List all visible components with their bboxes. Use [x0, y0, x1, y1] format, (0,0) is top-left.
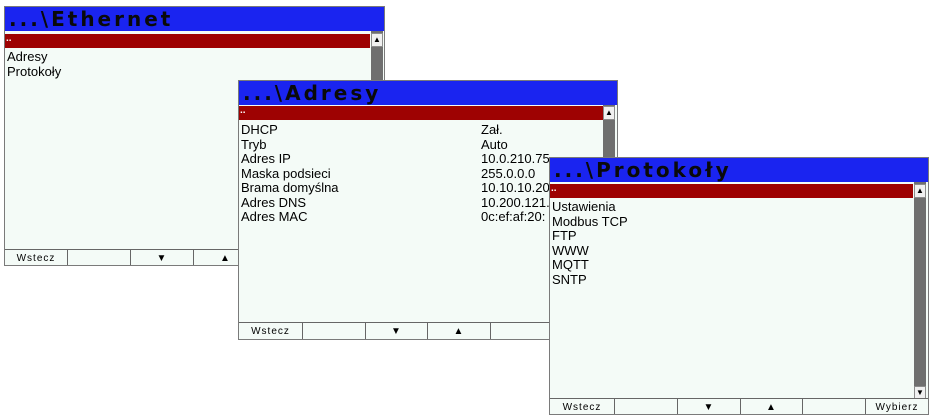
row-brama-domyslna[interactable]: Brama domyślna 10.10.10.20 [241, 180, 601, 196]
row-value: 10.10.10.20 [481, 180, 550, 195]
wybierz-button[interactable]: Wybierz [866, 399, 928, 414]
row-label: Tryb [241, 136, 267, 152]
row-tryb[interactable]: Tryb Auto [241, 136, 601, 153]
row-value: 10.200.121. [481, 194, 550, 210]
row-label: Adres DNS [241, 194, 307, 210]
wstecz-button[interactable]: Wstecz [239, 323, 303, 339]
row-label: Adres MAC [241, 209, 308, 224]
scroll-up-icon[interactable]: ▲ [914, 184, 926, 198]
down-arrow-button[interactable]: ▼ [131, 250, 194, 265]
menu-item-www[interactable]: WWW [552, 243, 628, 259]
protokoly-selected-item[interactable]: .. [550, 184, 913, 198]
menu-item-ftp[interactable]: FTP [552, 228, 628, 244]
protokoly-window: ...\Protokoły .. Ustawienia Modbus TCP F… [549, 157, 929, 415]
row-value: 255.0.0.0 [481, 165, 536, 181]
softkey-empty[interactable] [303, 323, 366, 339]
row-adres-dns[interactable]: Adres DNS 10.200.121. [241, 194, 601, 211]
down-arrow-button[interactable]: ▼ [366, 323, 428, 339]
softkey-empty[interactable] [615, 399, 678, 414]
ethernet-menu-list: Adresy Protokoły [7, 49, 61, 80]
scroll-up-icon[interactable]: ▲ [371, 33, 383, 47]
softkey-empty[interactable] [803, 399, 866, 414]
adresy-settings-list: DHCP Zał. Tryb Auto Adres IP 10.0.210.75… [241, 122, 601, 225]
up-arrow-button[interactable]: ▲ [428, 323, 491, 339]
row-value: Zał. [481, 122, 503, 137]
down-arrow-button[interactable]: ▼ [678, 399, 741, 414]
menu-item-sntp[interactable]: SNTP [552, 272, 628, 288]
row-value: Auto [481, 136, 508, 152]
ethernet-title: ...\Ethernet [5, 7, 384, 31]
row-label: Adres IP [241, 151, 291, 166]
scroll-up-icon[interactable]: ▲ [603, 106, 615, 120]
adresy-title: ...\Adresy [239, 81, 617, 105]
protokoly-softkeys: Wstecz ▼ ▲ Wybierz [550, 398, 928, 414]
row-maska-podsieci[interactable]: Maska podsieci 255.0.0.0 [241, 165, 601, 182]
row-label: Maska podsieci [241, 165, 331, 181]
row-adres-ip[interactable]: Adres IP 10.0.210.75 [241, 151, 601, 167]
row-adres-mac[interactable]: Adres MAC 0c:ef:af:20: [241, 209, 601, 225]
menu-item-mqtt[interactable]: MQTT [552, 257, 628, 273]
wstecz-button[interactable]: Wstecz [550, 399, 615, 414]
protokoly-menu-list: Ustawienia Modbus TCP FTP WWW MQTT SNTP [552, 199, 628, 288]
ethernet-selected-item[interactable]: .. [5, 34, 370, 48]
row-dhcp[interactable]: DHCP Zał. [241, 122, 601, 138]
menu-item-protokoly[interactable]: Protokoły [7, 64, 61, 80]
up-arrow-button[interactable]: ▲ [741, 399, 803, 414]
protokoly-scrollbar[interactable]: ▲ ▼ [914, 182, 926, 400]
adresy-selected-item[interactable]: .. [239, 106, 604, 120]
menu-item-ustawienia[interactable]: Ustawienia [552, 199, 628, 215]
menu-item-modbus-tcp[interactable]: Modbus TCP [552, 214, 628, 230]
wstecz-button[interactable]: Wstecz [5, 250, 68, 265]
protokoly-title: ...\Protokoły [550, 158, 928, 182]
row-label: DHCP [241, 122, 278, 137]
row-label: Brama domyślna [241, 180, 339, 195]
row-value: 0c:ef:af:20: [481, 209, 546, 224]
softkey-empty[interactable] [68, 250, 131, 265]
row-value: 10.0.210.75 [481, 151, 550, 166]
menu-item-adresy[interactable]: Adresy [7, 49, 61, 65]
